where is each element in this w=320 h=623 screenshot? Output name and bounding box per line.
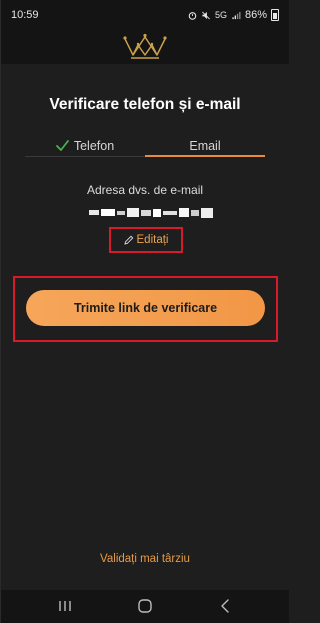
edit-email-link[interactable]: Editați (111, 229, 181, 251)
alarm-icon (188, 11, 197, 20)
app-header (1, 30, 289, 64)
page-title: Verificare telefon și e-mail (49, 96, 241, 113)
recents-icon[interactable] (55, 597, 75, 615)
verification-tabs: Telefon Email (25, 139, 265, 157)
navigation-bar (1, 590, 289, 623)
5g-icon: 5G (214, 10, 227, 20)
send-highlight-box: Trimite link de verificare (13, 276, 278, 342)
status-icons: 5G 86% (188, 9, 279, 21)
crown-icon (123, 33, 167, 59)
status-time: 10:59 (11, 9, 39, 21)
redacted-email-value (89, 208, 213, 218)
battery-percent: 86% (244, 9, 267, 21)
tab-phone-label: Telefon (73, 139, 115, 153)
send-verification-link-button[interactable]: Trimite link de verificare (26, 290, 265, 326)
tab-email[interactable]: Email (145, 139, 265, 157)
home-icon[interactable] (135, 597, 155, 615)
battery-icon (271, 9, 279, 21)
tab-phone[interactable]: Telefon (25, 139, 145, 157)
back-icon[interactable] (216, 597, 236, 615)
validate-later-link[interactable]: Validați mai târziu (1, 553, 289, 565)
signal-icon (232, 11, 241, 19)
check-icon (55, 140, 69, 151)
pencil-icon (123, 235, 133, 245)
status-bar: 10:59 5G 86% (1, 0, 289, 30)
mute-icon (202, 11, 210, 19)
edit-highlight-box: Editați (109, 227, 183, 253)
edit-email-label: Editați (136, 234, 169, 246)
app-screen: 10:59 5G 86% Verificare telefon și e-mai… (0, 0, 289, 623)
email-label: Adresa dvs. de e-mail (86, 183, 204, 197)
tab-email-label: Email (189, 139, 221, 153)
